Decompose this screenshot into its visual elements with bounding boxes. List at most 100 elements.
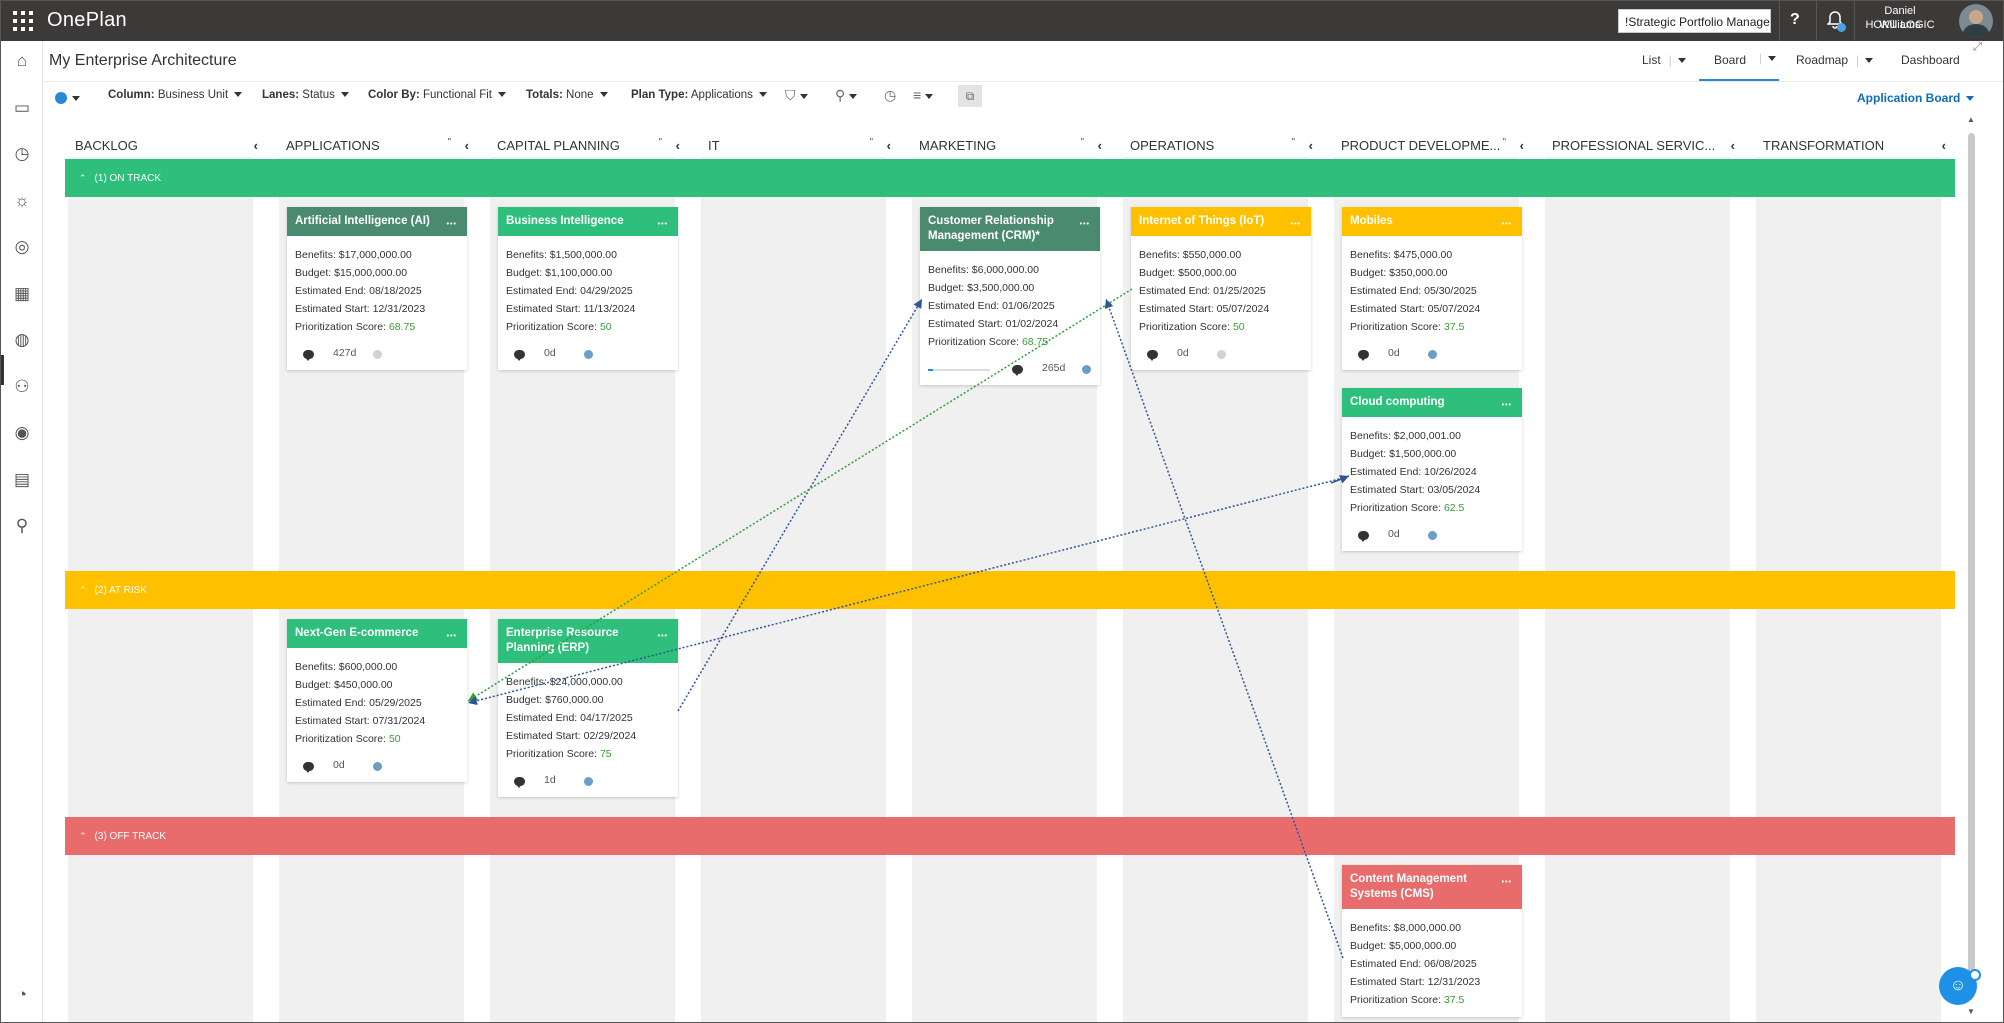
comment-icon[interactable] <box>514 777 525 788</box>
comment-icon[interactable] <box>1358 350 1369 361</box>
swimlane-header[interactable]: ⌃ (2) AT RISK <box>65 571 1955 609</box>
avatar[interactable] <box>1959 4 1993 38</box>
chevron-up-icon[interactable]: ⌃ <box>79 817 87 855</box>
wip-limit-icon[interactable]: " <box>1291 135 1295 154</box>
collapse-column-icon[interactable]: ‹ <box>465 135 469 157</box>
card-title: Internet of Things (IoT) <box>1139 215 1265 227</box>
project-card[interactable]: Mobiles ••• Benefits: $475,000.00 Budget: $… <box>1342 207 1522 370</box>
card-title-bar[interactable]: Content Management Systems (CMS) ••• <box>1342 865 1522 909</box>
vertical-scrollbar[interactable]: ▲ ▼ <box>1965 113 1977 1018</box>
chevron-up-icon[interactable]: ⌃ <box>79 159 87 197</box>
report-icon[interactable]: ▦ <box>12 284 32 304</box>
more-options-icon[interactable]: ••• <box>658 217 668 232</box>
chevron-up-icon[interactable]: ⌃ <box>79 571 87 609</box>
chevron-down-icon[interactable] <box>1865 58 1874 64</box>
project-card[interactable]: Content Management Systems (CMS) ••• Benef… <box>1342 865 1522 1017</box>
scroll-up-icon[interactable]: ▲ <box>1967 115 1975 124</box>
lightbulb-icon[interactable]: ☼ <box>12 191 32 211</box>
more-options-icon[interactable]: ••• <box>1080 217 1090 232</box>
project-card[interactable]: Business Intelligence ••• Benefits: $1,500… <box>498 207 678 370</box>
project-card[interactable]: Enterprise Resource Planning (ERP) ••• Ben… <box>498 619 678 797</box>
more-options-icon[interactable]: ••• <box>447 629 457 644</box>
filter-icon[interactable]: ⛉ <box>785 87 808 104</box>
wip-limit-icon[interactable]: " <box>447 135 451 154</box>
comment-icon[interactable] <box>303 762 314 773</box>
collapse-column-icon[interactable]: ‹ <box>1731 135 1735 157</box>
more-options-icon[interactable]: ••• <box>447 217 457 232</box>
scrollbar-thumb[interactable] <box>1968 133 1975 993</box>
collapse-column-icon[interactable]: ‹ <box>1942 135 1946 157</box>
collapse-column-icon[interactable]: ‹ <box>1309 135 1313 157</box>
collapse-column-icon[interactable]: ‹ <box>676 135 680 157</box>
tab-dashboard[interactable]: Dashboard <box>1901 53 1960 67</box>
wip-limit-icon[interactable]: " <box>1080 135 1084 154</box>
column-selector[interactable]: Column: Business Unit <box>108 89 243 101</box>
swimlane-header[interactable]: ⌃ (3) OFF TRACK <box>65 817 1955 855</box>
timer-icon[interactable]: ◷ <box>884 87 896 104</box>
column-title: PROFESSIONAL SERVIC... <box>1552 138 1716 153</box>
project-card[interactable]: Cloud computing ••• Benefits: $2,000,001.0… <box>1342 388 1522 551</box>
plan-type-selector[interactable]: Plan Type: Applications <box>631 89 767 101</box>
resource-icon[interactable]: ◉ <box>12 423 32 443</box>
collapse-column-icon[interactable]: ‹ <box>887 135 891 157</box>
clock-icon[interactable]: ◷ <box>12 144 32 164</box>
card-title-bar[interactable]: Mobiles ••• <box>1342 207 1522 236</box>
wip-limit-icon[interactable]: " <box>658 135 662 154</box>
card-title-bar[interactable]: Business Intelligence ••• <box>498 207 678 236</box>
project-card[interactable]: Next-Gen E-commerce ••• Benefits: $600,000… <box>287 619 467 782</box>
target-icon[interactable]: ◎ <box>12 237 32 257</box>
project-card[interactable]: Artificial Intelligence (AI) ••• Benefits:… <box>287 207 467 370</box>
collapse-column-icon[interactable]: ‹ <box>1520 135 1524 157</box>
app-launcher-icon[interactable] <box>13 11 33 31</box>
briefcase-icon[interactable]: ▭ <box>12 98 32 118</box>
dependency-toggle-icon[interactable]: ⧉ <box>958 85 982 107</box>
globe-icon[interactable]: ◍ <box>12 330 32 350</box>
comment-icon[interactable] <box>1147 350 1158 361</box>
wip-limit-icon[interactable]: " <box>869 135 873 154</box>
portfolio-selector[interactable]: !Strategic Portfolio Manager <box>1618 9 1771 33</box>
user-icon[interactable]: ⚲ <box>12 516 32 536</box>
card-title-bar[interactable]: Cloud computing ••• <box>1342 388 1522 417</box>
card-title-bar[interactable]: Enterprise Resource Planning (ERP) ••• <box>498 619 678 663</box>
card-title-bar[interactable]: Artificial Intelligence (AI) ••• <box>287 207 467 236</box>
card-title: Next-Gen E-commerce <box>295 627 419 639</box>
scroll-down-icon[interactable]: ▼ <box>1967 1007 1975 1016</box>
card-title-bar[interactable]: Internet of Things (IoT) ••• <box>1131 207 1311 236</box>
search-icon[interactable]: ⚲ <box>835 87 858 104</box>
board-selector[interactable]: Application Board <box>1857 91 1975 105</box>
chevron-down-icon[interactable] <box>1677 58 1686 64</box>
card-title-bar[interactable]: Next-Gen E-commerce ••• <box>287 619 467 648</box>
comment-icon[interactable] <box>303 350 314 361</box>
home-icon[interactable]: ⌂ <box>12 51 32 71</box>
tab-board-menu[interactable]: | <box>1759 51 1777 65</box>
totals-selector[interactable]: Totals: None <box>526 89 608 101</box>
people-icon[interactable]: ⚇ <box>12 377 32 397</box>
card-title-bar[interactable]: Customer Relationship Management (CRM)* •… <box>920 207 1100 251</box>
tab-board[interactable]: Board <box>1714 53 1746 67</box>
sort-icon[interactable]: ≡ <box>913 87 934 103</box>
more-options-icon[interactable]: ••• <box>1502 875 1512 890</box>
help-icon[interactable]: ? <box>1790 11 1800 29</box>
comment-icon[interactable] <box>1012 365 1023 376</box>
more-options-icon[interactable]: ••• <box>658 629 668 644</box>
collapse-column-icon[interactable]: ‹ <box>1098 135 1102 157</box>
more-options-icon[interactable]: ••• <box>1291 217 1301 232</box>
comment-icon[interactable] <box>514 350 525 361</box>
wip-limit-icon[interactable]: " <box>1502 135 1506 154</box>
more-options-icon[interactable]: ••• <box>1502 217 1512 232</box>
project-card[interactable]: Customer Relationship Management (CRM)* •… <box>920 207 1100 385</box>
speed-icon[interactable]: ◔ <box>12 985 32 1005</box>
color-by-selector[interactable]: Color By: Functional Fit <box>368 89 506 101</box>
tab-roadmap[interactable]: Roadmap | <box>1796 53 1874 67</box>
hierarchy-icon[interactable]: ▤ <box>12 470 32 490</box>
swimlane-header[interactable]: ⌃ (1) ON TRACK <box>65 159 1955 197</box>
more-options-icon[interactable]: ••• <box>1502 398 1512 413</box>
comment-icon[interactable] <box>1358 531 1369 542</box>
tab-list[interactable]: List | <box>1642 53 1686 67</box>
add-icon[interactable] <box>55 89 80 105</box>
collapse-column-icon[interactable]: ‹ <box>254 135 258 157</box>
project-card[interactable]: Internet of Things (IoT) ••• Benefits: $55… <box>1131 207 1311 370</box>
lanes-selector[interactable]: Lanes: Status <box>262 89 349 101</box>
totals-label: Totals: <box>526 89 563 101</box>
expand-icon[interactable]: ⤢ <box>1973 41 1982 54</box>
